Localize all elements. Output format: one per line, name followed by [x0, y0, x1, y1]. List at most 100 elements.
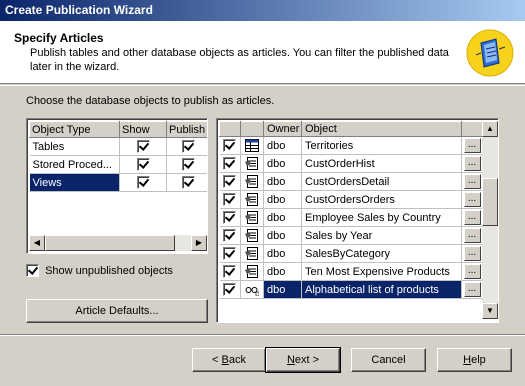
show-checkbox[interactable]: [136, 158, 150, 171]
stored-procedure-icon: [245, 175, 259, 188]
publish-article-checkbox[interactable]: [223, 193, 237, 206]
column-header-show[interactable]: Show: [119, 121, 167, 138]
column-header-owner[interactable]: Owner: [263, 121, 302, 137]
article-row[interactable]: dbo CustOrderHist...: [219, 154, 483, 173]
article-properties-button[interactable]: ...: [463, 210, 481, 225]
article-properties-button[interactable]: ...: [463, 192, 481, 207]
show-unpublished-checkbox[interactable]: [26, 264, 39, 277]
object-type-name: Stored Proced...: [29, 155, 120, 174]
article-row[interactable]: dbo SalesByCategory...: [219, 244, 483, 263]
page-title: Specify Articles: [14, 31, 104, 45]
publish-all-checkbox[interactable]: [181, 158, 195, 171]
article-owner: dbo: [263, 262, 302, 281]
next-button[interactable]: Next >: [265, 347, 341, 373]
article-owner: dbo: [263, 136, 302, 155]
article-owner: dbo: [263, 244, 302, 263]
object-type-name: Views: [29, 173, 120, 192]
object-type-row-tables[interactable]: Tables: [29, 137, 207, 156]
article-row[interactable]: dbo Ten Most Expensive Products...: [219, 262, 483, 281]
article-row[interactable]: dbo Territories...: [219, 136, 483, 155]
publish-article-checkbox[interactable]: [223, 247, 237, 260]
article-object-name: Ten Most Expensive Products: [301, 262, 462, 281]
back-button[interactable]: < Back: [192, 348, 266, 372]
publish-article-checkbox[interactable]: [223, 157, 237, 170]
stored-procedure-icon: [245, 211, 259, 224]
scroll-down-button[interactable]: ▼: [482, 303, 498, 319]
column-header-object[interactable]: Object: [301, 121, 462, 137]
article-defaults-label: Article Defaults...: [75, 305, 159, 317]
article-object-name: CustOrdersDetail: [301, 172, 462, 191]
next-label: Next >: [286, 354, 320, 366]
article-object-name: Territories: [301, 136, 462, 155]
show-unpublished-option[interactable]: Show unpublished objects: [26, 264, 173, 277]
article-row[interactable]: dbo Alphabetical list of products...: [219, 280, 483, 299]
scroll-up-button[interactable]: ▲: [482, 121, 498, 137]
article-owner: dbo: [263, 172, 302, 191]
publish-article-checkbox[interactable]: [223, 265, 237, 278]
header-divider: [0, 85, 525, 87]
help-button[interactable]: Help: [437, 348, 512, 372]
object-type-list[interactable]: Object Type Show Publish A Tables Stored…: [26, 118, 208, 254]
stored-procedure-icon: [245, 157, 259, 170]
article-owner: dbo: [263, 190, 302, 209]
articles-grid[interactable]: Owner Object dbo Territories... dbo CustOrd…: [216, 118, 499, 323]
publication-wizard-icon: [466, 29, 514, 77]
article-properties-button[interactable]: ...: [463, 228, 481, 243]
publish-article-checkbox[interactable]: [223, 175, 237, 188]
cancel-label: Cancel: [371, 354, 406, 366]
column-header-publish[interactable]: Publish A: [166, 121, 207, 138]
help-label: Help: [463, 354, 486, 366]
scroll-right-button[interactable]: ▶: [191, 235, 207, 251]
stored-procedure-icon: [245, 229, 259, 242]
scroll-thumb[interactable]: [482, 178, 498, 226]
article-object-name: CustOrdersOrders: [301, 190, 462, 209]
wizard-window: Create Publication Wizard Specify Articl…: [0, 0, 525, 386]
article-row[interactable]: dbo CustOrdersOrders...: [219, 190, 483, 209]
publish-article-checkbox[interactable]: [223, 139, 237, 152]
column-header-icon[interactable]: [240, 121, 264, 137]
footer-divider: [0, 334, 525, 336]
article-properties-button[interactable]: ...: [463, 282, 481, 297]
show-checkbox[interactable]: [136, 140, 150, 153]
article-owner: dbo: [263, 208, 302, 227]
article-defaults-button[interactable]: Article Defaults...: [26, 299, 208, 323]
article-row[interactable]: dbo Employee Sales by Country...: [219, 208, 483, 227]
article-properties-button[interactable]: ...: [463, 264, 481, 279]
article-object-name: Employee Sales by Country: [301, 208, 462, 227]
article-owner: dbo: [263, 280, 302, 299]
back-label: < Back: [212, 354, 246, 366]
article-owner: dbo: [263, 154, 302, 173]
scroll-left-button[interactable]: ◀: [29, 235, 45, 251]
article-object-name: SalesByCategory: [301, 244, 462, 263]
title-bar: Create Publication Wizard: [0, 0, 525, 21]
stored-procedure-icon: [245, 193, 259, 206]
publish-article-checkbox[interactable]: [223, 211, 237, 224]
vertical-scrollbar[interactable]: ▲ ▼: [482, 121, 498, 319]
horizontal-scrollbar[interactable]: ◀ ▶: [29, 235, 207, 251]
publish-article-checkbox[interactable]: [223, 283, 237, 296]
articles-table: Owner Object dbo Territories... dbo CustOrd…: [219, 121, 483, 299]
column-header-checkbox[interactable]: [219, 121, 241, 137]
show-checkbox[interactable]: [136, 176, 150, 189]
scroll-thumb[interactable]: [45, 235, 175, 251]
article-row[interactable]: dbo Sales by Year...: [219, 226, 483, 245]
object-type-table: Object Type Show Publish A Tables Stored…: [29, 121, 207, 192]
article-properties-button[interactable]: ...: [463, 246, 481, 261]
stored-procedure-icon: [245, 265, 259, 278]
cancel-button[interactable]: Cancel: [351, 348, 426, 372]
publish-all-checkbox[interactable]: [181, 176, 195, 189]
window-title: Create Publication Wizard: [5, 3, 153, 17]
article-row[interactable]: dbo CustOrdersDetail...: [219, 172, 483, 191]
publish-article-checkbox[interactable]: [223, 229, 237, 242]
article-properties-button[interactable]: ...: [463, 174, 481, 189]
wizard-header: Specify Articles Publish tables and othe…: [0, 21, 525, 84]
article-properties-button[interactable]: ...: [463, 138, 481, 153]
object-type-row-views[interactable]: Views: [29, 173, 207, 192]
article-properties-button[interactable]: ...: [463, 156, 481, 171]
column-header-object-type[interactable]: Object Type: [29, 121, 120, 138]
instruction-label: Choose the database objects to publish a…: [26, 95, 275, 107]
publish-all-checkbox[interactable]: [181, 140, 195, 153]
view-icon: [245, 283, 259, 296]
object-type-row-stored-procedures[interactable]: Stored Proced...: [29, 155, 207, 174]
column-header-properties[interactable]: [461, 121, 483, 137]
